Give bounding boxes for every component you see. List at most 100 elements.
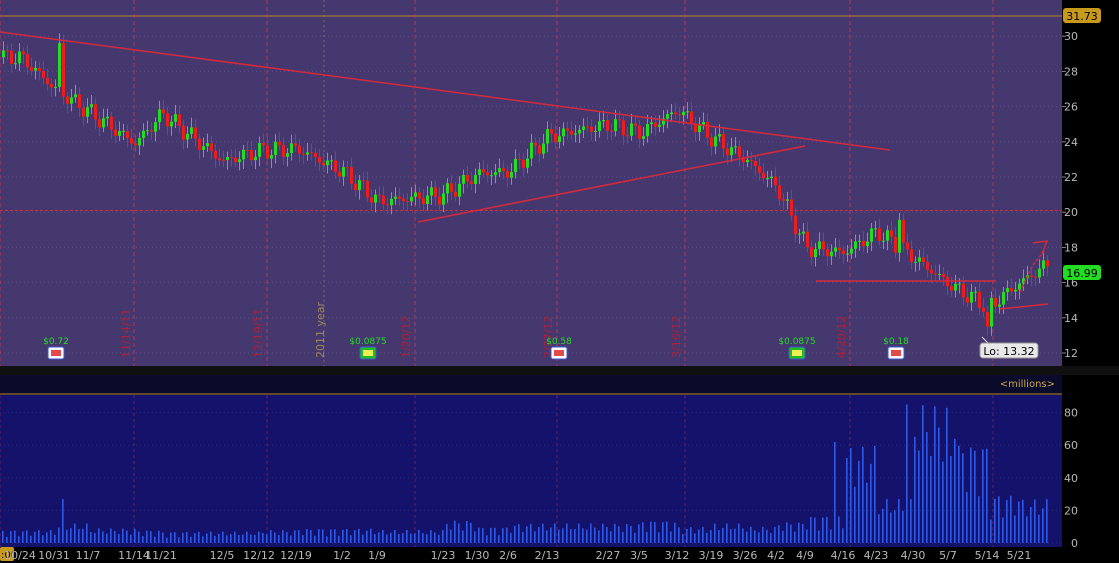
price-tick-label: 14: [1064, 312, 1078, 325]
volume-bar: [326, 536, 328, 543]
volume-bar: [410, 533, 412, 543]
candle-body: [758, 166, 761, 173]
volume-bar: [134, 528, 136, 543]
volume-bar: [754, 530, 756, 543]
candle-body: [526, 158, 529, 168]
volume-bar: [722, 527, 724, 543]
candle-body: [378, 194, 381, 196]
dividend-amount: $0.58: [546, 337, 572, 347]
volume-bar: [950, 455, 952, 543]
candle-body: [722, 134, 725, 149]
date-axis: :0010/24 10/31 11/7 11/1411/21 12/5 12/12 12/1…: [0, 547, 1031, 562]
candle-body: [750, 159, 753, 161]
candle-body: [54, 86, 57, 88]
volume-bar: [310, 529, 312, 543]
price-tick-label: 12: [1064, 347, 1078, 360]
candle-body: [986, 311, 989, 327]
volume-bar: [1038, 514, 1040, 543]
volume-bar: [470, 522, 472, 543]
candle-body: [494, 172, 497, 176]
date-tick-label: 3/5: [630, 549, 648, 562]
candle-body: [70, 97, 73, 104]
volume-bar: [946, 407, 948, 543]
volume-bar: [394, 529, 396, 543]
volume-bar: [842, 528, 844, 543]
candle-body: [370, 197, 373, 203]
volume-bar: [142, 536, 144, 543]
candle-body: [198, 138, 201, 150]
candle-body: [390, 198, 393, 206]
year-marker-label: 2011 year: [314, 301, 327, 358]
volume-bar: [1026, 516, 1028, 543]
candle-body: [438, 196, 441, 205]
volume-bar: [130, 534, 132, 543]
candle-body: [114, 129, 117, 136]
candle-body: [702, 122, 705, 125]
candle-body: [618, 119, 621, 121]
volume-bar: [538, 526, 540, 543]
candle-body: [58, 43, 61, 87]
volume-bar: [1014, 515, 1016, 543]
candle-body: [242, 149, 245, 160]
date-tick-label: 5/7: [939, 549, 957, 562]
candle-body: [186, 133, 189, 140]
volume-bar: [374, 534, 376, 543]
volume-tick-label: 20: [1064, 504, 1078, 517]
candle-body: [174, 114, 177, 122]
volume-bar: [454, 520, 456, 543]
volume-bar: [986, 448, 988, 543]
volume-bar: [362, 534, 364, 543]
volume-bar: [522, 532, 524, 543]
price-panel-background: [0, 0, 1062, 366]
volume-bar: [1030, 506, 1032, 543]
volume-bar: [806, 529, 808, 543]
candle-body: [586, 126, 589, 128]
volume-bar: [430, 530, 432, 543]
volume-bar: [654, 521, 656, 543]
volume-bar: [786, 522, 788, 543]
candle-body: [674, 112, 677, 115]
volume-bar: [138, 531, 140, 543]
dividend-amount: $0.0875: [349, 337, 386, 347]
volume-bar: [638, 524, 640, 543]
candle-body: [858, 240, 861, 242]
volume-bar: [890, 512, 892, 543]
volume-bar: [426, 534, 428, 543]
candle-body: [118, 131, 121, 136]
candle-body: [106, 116, 109, 119]
volume-bar: [50, 530, 52, 543]
volume-bar: [222, 531, 224, 543]
volume-bar: [870, 463, 872, 543]
price-tick-label: 18: [1064, 241, 1078, 254]
candle-body: [434, 187, 437, 197]
volume-bar: [634, 532, 636, 543]
candle-body: [966, 297, 969, 303]
volume-tick-label: 0: [1071, 537, 1078, 550]
candle-body: [506, 170, 509, 178]
date-tick-label: 12/5: [210, 549, 235, 562]
dividend-icon-mark: [51, 350, 61, 356]
volume-bar: [586, 529, 588, 543]
candle-body: [1002, 292, 1005, 305]
volume-bar: [434, 532, 436, 543]
volume-bar: [366, 530, 368, 543]
candle-body: [66, 96, 69, 104]
event-line-label: 1/20/12: [400, 316, 413, 358]
candle-body: [778, 185, 781, 200]
volume-bar: [682, 534, 684, 543]
candle-body: [910, 249, 913, 262]
volume-bar: [30, 535, 32, 543]
volume-bar: [514, 525, 516, 543]
candle-body: [726, 148, 729, 156]
volume-bar: [906, 404, 908, 543]
candle-body: [978, 291, 981, 308]
date-tick-label: 5/21: [1007, 549, 1032, 562]
candle-body: [354, 183, 357, 191]
candle-body: [90, 104, 93, 108]
volume-bar: [270, 530, 272, 543]
candle-body: [846, 253, 849, 255]
candle-body: [574, 133, 577, 135]
volume-bar: [18, 536, 20, 543]
volume-bar: [978, 496, 980, 543]
volume-bar: [974, 450, 976, 543]
